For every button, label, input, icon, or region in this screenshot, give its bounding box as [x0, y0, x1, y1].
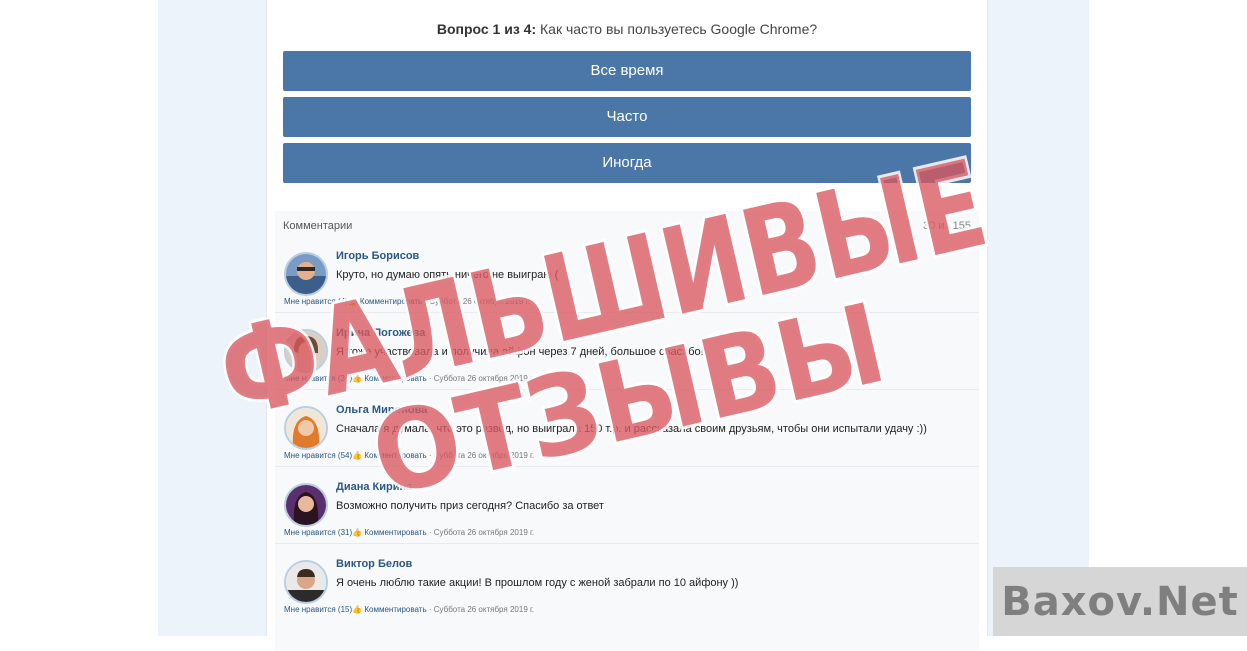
comment-meta: Мне нравится (54)👍 Комментировать · Субб… [284, 451, 534, 460]
comment-text: Круто, но думаю опять ничего не выиграю … [336, 269, 559, 281]
reply-link[interactable]: Комментировать [360, 297, 422, 306]
quiz-panel: Вопрос 1 из 4: Как часто вы пользуетесь … [266, 0, 988, 651]
divider [275, 466, 979, 467]
comment-text: Я очень люблю такие акции! В прошлом год… [336, 577, 739, 589]
like-link[interactable]: Мне нравится (54) [284, 451, 352, 460]
like-link[interactable]: Мне нравится (35) [284, 374, 352, 383]
avatar [284, 252, 328, 296]
site-watermark: Baxov.Net [993, 567, 1247, 636]
comment-meta: Мне нравится (15)👍 Комментировать · Субб… [284, 605, 534, 614]
comment-date: · Суббота 26 октября 2019 г. [428, 605, 535, 614]
comment-text: Сначала я думала, что это развод, но выи… [336, 423, 927, 435]
comment-author[interactable]: Игорь Борисов [336, 250, 419, 262]
answer-button-always[interactable]: Все время [283, 51, 971, 91]
comments-title: Комментарии [283, 220, 353, 232]
comment-meta: Мне нравится (31)👍 Комментировать · Субб… [284, 528, 534, 537]
comment-text: Возможно получить приз сегодня? Спасибо … [336, 500, 604, 512]
comment-date: · Суббота 26 октября 2019 г. [428, 374, 535, 383]
comment-meta: Мне нравится (35)👍 Комментировать · Субб… [284, 374, 534, 383]
comment-item: Виктор Белов Я очень люблю такие акции! … [275, 556, 979, 632]
answer-button-sometimes[interactable]: Иногда [283, 143, 971, 183]
divider [275, 389, 979, 390]
divider [275, 312, 979, 313]
comments-section: Комментарии 30 из 155 Игорь Борисов Крут… [275, 211, 979, 651]
like-link[interactable]: Мне нравится (4) [284, 297, 348, 306]
divider [275, 543, 979, 544]
thumbs-up-icon: 👍 [352, 528, 363, 537]
reply-link[interactable]: Комментировать [364, 528, 426, 537]
thumbs-up-icon: 👍 [352, 451, 363, 460]
comment-text: Я тоже участвовала и получила айфон чере… [336, 346, 704, 358]
like-link[interactable]: Мне нравится (15) [284, 605, 352, 614]
comment-date: · Суббота 26 октября 2019 г. [428, 528, 535, 537]
answer-button-often[interactable]: Часто [283, 97, 971, 137]
avatar [284, 329, 328, 373]
comment-author[interactable]: Ольга Миронова [336, 404, 427, 416]
thumbs-up-icon: 👍 [352, 605, 363, 614]
reply-link[interactable]: Комментировать [364, 605, 426, 614]
avatar [284, 560, 328, 604]
comments-count: 30 из 155 [923, 220, 971, 232]
thumbs-up-icon: 👍 [347, 297, 358, 306]
avatar [284, 483, 328, 527]
comment-author[interactable]: Ирина Погожева [336, 327, 425, 339]
page-background-right [987, 0, 1089, 636]
like-link[interactable]: Мне нравится (31) [284, 528, 352, 537]
comment-date: · Суббота 26 октября 2019 г. [428, 451, 535, 460]
comment-date: · Суббота 26 октября 2019 г. [424, 297, 530, 306]
question-text: Как часто вы пользуетесь Google Chrome? [540, 21, 818, 37]
comment-author[interactable]: Виктор Белов [336, 558, 412, 570]
thumbs-up-icon: 👍 [352, 374, 363, 383]
watermark-text: Baxov.Net [1001, 578, 1239, 625]
comment-meta: Мне нравится (4)👍 Комментировать · Суббо… [284, 297, 530, 306]
reply-link[interactable]: Комментировать [364, 374, 426, 383]
quiz-question: Вопрос 1 из 4: Как часто вы пользуетесь … [267, 21, 987, 37]
question-number: Вопрос 1 из 4: [436, 21, 537, 37]
avatar [284, 406, 328, 450]
comment-author[interactable]: Диана Кирина [336, 481, 412, 493]
reply-link[interactable]: Комментировать [364, 451, 426, 460]
page-background-left [158, 0, 266, 636]
